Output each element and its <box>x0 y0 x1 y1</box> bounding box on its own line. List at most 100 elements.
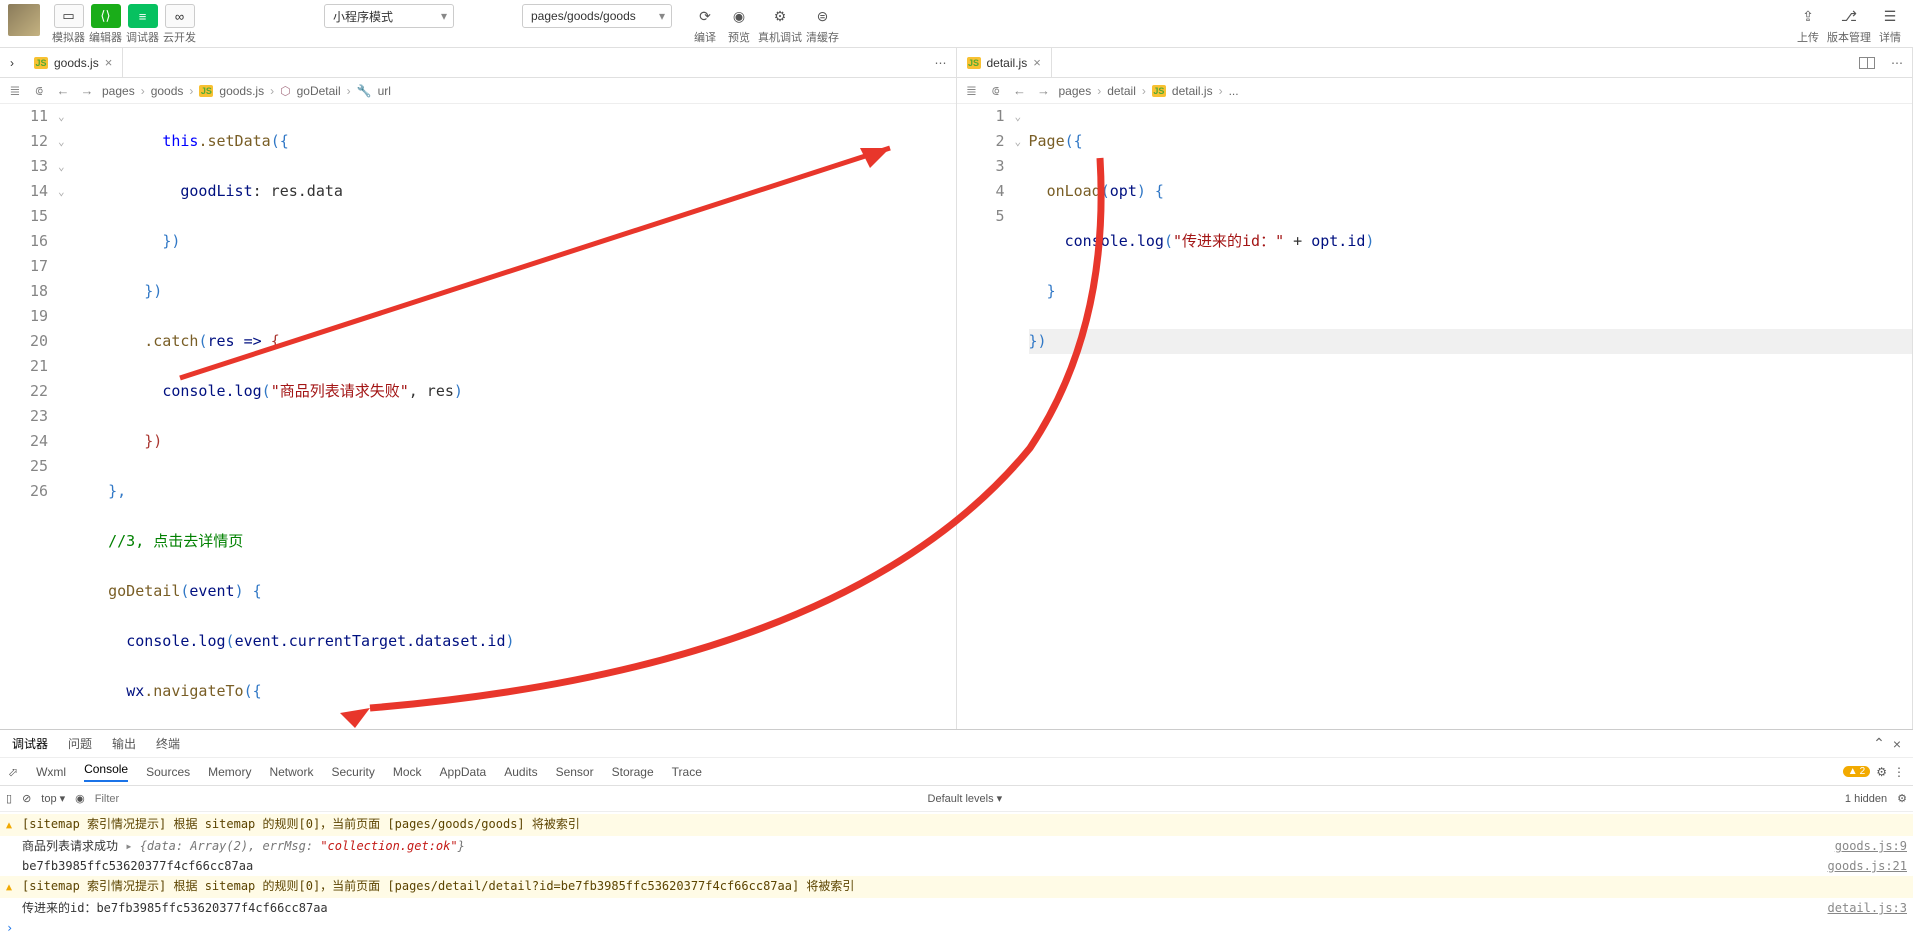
btab-debugger[interactable]: 调试器 <box>12 735 48 752</box>
bc-fn[interactable]: goDetail <box>297 84 341 98</box>
close-icon[interactable]: × <box>1893 736 1901 752</box>
editor-button[interactable]: ⟨⟩ <box>91 4 121 28</box>
details-label: 详情 <box>1879 29 1901 45</box>
dtab-security[interactable]: Security <box>331 765 374 779</box>
bc-pages[interactable]: pages <box>1059 84 1092 98</box>
ln: 3 <box>957 154 1005 179</box>
sidebar-toggle-icon[interactable]: ▯ <box>6 792 12 805</box>
source-link[interactable]: detail.js:3 <box>1828 898 1907 918</box>
tab-label: goods.js <box>54 56 99 70</box>
bottom-panel: 调试器 问题 输出 终端 ⌃ × ⬀ Wxml Console Sources … <box>0 729 1913 937</box>
list-icon[interactable]: ≣ <box>6 83 24 99</box>
avatar[interactable] <box>8 4 40 36</box>
bc-file[interactable]: detail.js <box>1172 84 1213 98</box>
filter-input[interactable] <box>95 793 918 805</box>
bc-pages[interactable]: pages <box>102 84 135 98</box>
ln: 15 <box>0 204 48 229</box>
split-layout-icon[interactable] <box>1852 48 1882 77</box>
dtab-mock[interactable]: Mock <box>393 765 422 779</box>
ln: 13 <box>0 154 48 179</box>
source-link[interactable]: goods.js:21 <box>1828 856 1907 876</box>
warning-icon <box>6 814 22 836</box>
dtab-console[interactable]: Console <box>84 762 128 782</box>
eye-icon[interactable]: ◉ <box>75 792 85 805</box>
dtab-memory[interactable]: Memory <box>208 765 251 779</box>
console-msg: 商品列表请求成功 {data: Array(2), errMsg: "colle… <box>22 836 1835 856</box>
bc-goods[interactable]: goods <box>151 84 184 98</box>
cloud-button[interactable]: ∞ <box>165 4 195 28</box>
forward-icon[interactable]: → <box>78 83 96 98</box>
code-text[interactable]: Page({ onLoad(opt) { console.log("传进来的id… <box>1029 104 1913 729</box>
details-icon[interactable]: ☰ <box>1875 4 1905 28</box>
simulator-button[interactable]: ▭ <box>54 4 84 28</box>
warning-badge[interactable]: ▲ 2 <box>1843 766 1870 777</box>
ln: 5 <box>957 204 1005 229</box>
tab-more[interactable]: ⋯ <box>926 48 956 77</box>
bc-prop[interactable]: url <box>378 84 391 98</box>
dtab-trace[interactable]: Trace <box>672 765 702 779</box>
dtab-network[interactable]: Network <box>269 765 313 779</box>
bc-detail[interactable]: detail <box>1107 84 1136 98</box>
close-icon[interactable]: × <box>105 55 113 70</box>
more-icon[interactable]: ⋮ <box>1893 765 1905 779</box>
tab-goods-js[interactable]: JS goods.js × <box>24 48 123 77</box>
real-debug-icon[interactable]: ⚙ <box>765 4 795 28</box>
editor-split: › JS goods.js × ⋯ ≣ ⟃ ← → pages› goods› … <box>0 48 1913 729</box>
chevron-up-icon[interactable]: ⌃ <box>1873 735 1885 752</box>
clear-cache-icon[interactable]: ⊜ <box>808 4 838 28</box>
bookmark-icon[interactable]: ⟃ <box>987 83 1005 99</box>
code-text[interactable]: this.setData({ goodList: res.data }) }) … <box>72 104 956 729</box>
settings-icon[interactable]: ⚙ <box>1876 765 1887 779</box>
ln: 20 <box>0 329 48 354</box>
dtab-storage[interactable]: Storage <box>612 765 654 779</box>
btab-problems[interactable]: 问题 <box>68 735 92 752</box>
compile-icon[interactable]: ⟳ <box>690 4 720 28</box>
forward-icon[interactable]: → <box>1035 83 1053 98</box>
context-select[interactable]: top ▾ <box>41 792 65 805</box>
ln: 25 <box>0 454 48 479</box>
dtab-sensor[interactable]: Sensor <box>556 765 594 779</box>
tab-more[interactable]: ⋯ <box>1882 48 1912 77</box>
upload-label: 上传 <box>1797 29 1819 45</box>
ln: 17 <box>0 254 48 279</box>
bc-more[interactable]: ... <box>1229 84 1239 98</box>
close-icon[interactable]: × <box>1033 55 1041 70</box>
list-icon[interactable]: ≣ <box>963 83 981 99</box>
upload-icon[interactable]: ⇪ <box>1793 4 1823 28</box>
dtab-appdata[interactable]: AppData <box>440 765 487 779</box>
ln: 23 <box>0 404 48 429</box>
back-icon[interactable]: ← <box>1011 83 1029 98</box>
debugger-button[interactable]: ≡ <box>128 4 158 28</box>
version-icon[interactable]: ⎇ <box>1834 4 1864 28</box>
left-code-area[interactable]: 11 12 13 14 15 16 17 18 19 20 21 22 23 2… <box>0 104 956 729</box>
clear-console-icon[interactable]: ⊘ <box>22 792 31 805</box>
console-msg: be7fb3985ffc53620377f4cf66cc87aa <box>22 856 1828 876</box>
dtab-audits[interactable]: Audits <box>504 765 537 779</box>
bookmark-icon[interactable]: ⟃ <box>30 83 48 99</box>
levels-select[interactable]: Default levels ▾ <box>928 792 1003 805</box>
editor-breadcrumb-bar: ≣ ⟃ ← → pages› detail› JS detail.js› ... <box>957 78 1913 104</box>
console-msg: [sitemap 索引情况提示] 根据 sitemap 的规则[0]，当前页面 … <box>22 814 1907 836</box>
main-toolbar: ▭ 模拟器 ⟨⟩ 编辑器 ≡ 调试器 ∞ 云开发 小程序模式 pages/goo… <box>0 0 1913 48</box>
console-output[interactable]: [sitemap 索引情况提示] 根据 sitemap 的规则[0]，当前页面 … <box>0 812 1913 937</box>
console-msg: [sitemap 索引情况提示] 根据 sitemap 的规则[0]，当前页面 … <box>22 876 1907 898</box>
dtab-wxml[interactable]: Wxml <box>36 765 66 779</box>
btab-output[interactable]: 输出 <box>112 735 136 752</box>
mode-select[interactable]: 小程序模式 <box>324 4 454 28</box>
preview-label: 预览 <box>728 29 750 45</box>
preview-icon[interactable]: ◉ <box>724 4 754 28</box>
dtab-sources[interactable]: Sources <box>146 765 190 779</box>
bc-file[interactable]: goods.js <box>219 84 264 98</box>
compile-label: 编译 <box>694 29 716 45</box>
ln: 26 <box>0 479 48 504</box>
settings-icon[interactable]: ⚙ <box>1897 792 1907 805</box>
btab-terminal[interactable]: 终端 <box>156 735 180 752</box>
page-select[interactable]: pages/goods/goods <box>522 4 672 28</box>
tab-detail-js[interactable]: JS detail.js × <box>957 48 1052 77</box>
source-link[interactable]: goods.js:9 <box>1835 836 1907 856</box>
warning-icon <box>6 876 22 898</box>
inspect-icon[interactable]: ⬀ <box>8 765 18 779</box>
tab-gutter-chevron[interactable]: › <box>0 48 24 77</box>
back-icon[interactable]: ← <box>54 83 72 98</box>
right-code-area[interactable]: 1 2 3 4 5 ⌄⌄ Page({ onLoad(opt) { consol… <box>957 104 1913 729</box>
